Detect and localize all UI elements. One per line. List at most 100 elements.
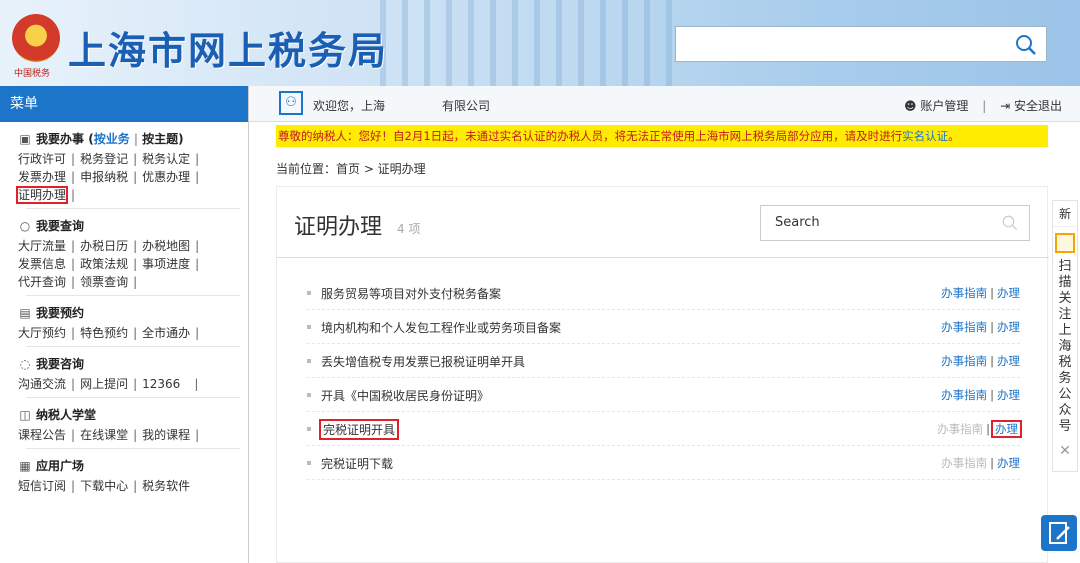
list-item: 完税证明开具 办事指南 | 办理 — [307, 412, 1022, 446]
floating-qr-bar: 新 扫描关注上海税务公众号 ✕ — [1052, 200, 1078, 472]
section-consult: ◌ 我要咨询 沟通交流 | 网上提问 | 12366 | — [0, 347, 248, 398]
sidebar: 菜单 ▣ 我要办事 ( 按业务 | 按主题 ) 行政许可 | 税务登记 | 税务认定 | … — [0, 86, 249, 563]
city-skyline-background — [380, 0, 680, 86]
notice-end: 。 — [948, 129, 960, 143]
panel-search-input[interactable]: Search — [760, 205, 1030, 241]
tax-emblem-icon — [12, 14, 60, 62]
process-link[interactable]: 办理 — [997, 388, 1020, 402]
grid-icon: ▦ — [19, 459, 31, 473]
guide-link[interactable]: 办事指南 — [941, 456, 987, 470]
emblem-caption: 中国税务 — [14, 69, 51, 79]
section-title: 我要预约 — [36, 306, 85, 320]
realname-auth-link[interactable]: 实名认证 — [902, 129, 948, 143]
process-link[interactable]: 办理 — [997, 286, 1020, 300]
link-group: 课程公告 | 在线课堂 | 我的课程 | — [18, 428, 200, 442]
edit-icon — [1049, 522, 1070, 544]
link-tax-filing[interactable]: 申报纳税 — [80, 170, 128, 184]
item-name[interactable]: 丢失增值税专用发票已报税证明单开具 — [321, 353, 525, 370]
link-group: 大厅流量 | 办税日历 | 办税地图 | 发票信息 | 政策法规 | 事项进度 | 代开查询 | 领票查… — [18, 239, 200, 289]
process-link[interactable]: 办理 — [997, 354, 1020, 368]
new-badge: 新 — [1053, 201, 1077, 227]
link-group: 沟通交流 | 网上提问 | 12366 | — [18, 377, 199, 391]
list-item: 完税证明下载 办事指南 | 办理 — [307, 446, 1020, 480]
site-title: 上海市网上税务局 — [68, 29, 389, 73]
logout-link[interactable]: 安全退出 — [1014, 99, 1062, 113]
link-group: 短信订阅 | 下载中心 | 税务软件 — [18, 479, 191, 493]
link-tax-certification[interactable]: 税务认定 — [142, 152, 190, 166]
link-progress[interactable]: 事项进度 — [142, 257, 190, 271]
book-icon: ◫ — [19, 408, 31, 422]
guide-link[interactable]: 办事指南 — [941, 354, 987, 368]
list-item: 丢失增值税专用发票已报税证明单开具 办事指南 | 办理 — [307, 344, 1020, 378]
close-icon[interactable]: ✕ — [1053, 443, 1077, 459]
link-preferential[interactable]: 优惠办理 — [142, 170, 190, 184]
process-link[interactable]: 办理 — [991, 420, 1022, 438]
link-course-notice[interactable]: 课程公告 — [18, 428, 66, 442]
link-admin-license[interactable]: 行政许可 — [18, 152, 66, 166]
section-reservation: ▤ 我要预约 大厅预约 | 特色预约 | 全市通办 | — [0, 296, 248, 347]
link-special-reservation[interactable]: 特色预约 — [80, 326, 128, 340]
link-proxy-query[interactable]: 代开查询 — [18, 275, 66, 289]
section-title: 我要办事 — [36, 132, 85, 146]
link-hall-reservation[interactable]: 大厅预约 — [18, 326, 66, 340]
qr-code-icon[interactable] — [1055, 233, 1075, 253]
link-tax-software[interactable]: 税务软件 — [142, 479, 190, 493]
search-icon[interactable] — [1014, 33, 1038, 57]
link-12366[interactable]: 12366 — [142, 377, 180, 391]
guide-link[interactable]: 办事指南 — [937, 422, 983, 436]
scan-follow-text: 扫描关注上海税务公众号 — [1058, 259, 1072, 434]
section-title: 纳税人学堂 — [36, 408, 97, 422]
link-my-course[interactable]: 我的课程 — [142, 428, 190, 442]
process-link[interactable]: 办理 — [997, 320, 1020, 334]
item-name[interactable]: 开具《中国税收居民身份证明》 — [321, 387, 489, 404]
guide-link[interactable]: 办事指南 — [941, 286, 987, 300]
item-name[interactable]: 完税证明开具 — [318, 419, 400, 440]
section-title: 应用广场 — [36, 459, 85, 473]
edit-feedback-button[interactable] — [1041, 515, 1077, 551]
sidebar-menu-header: 菜单 — [0, 86, 248, 122]
item-name[interactable]: 境内机构和个人发包工程作业或劳务项目备案 — [321, 319, 561, 336]
item-name[interactable]: 完税证明下载 — [321, 455, 393, 472]
search-placeholder: Search — [775, 215, 820, 230]
link-sms-subscribe[interactable]: 短信订阅 — [18, 479, 66, 493]
link-tax-map[interactable]: 办税地图 — [142, 239, 190, 253]
link-online-question[interactable]: 网上提问 — [80, 377, 128, 391]
section-query: ○ 我要查询 大厅流量 | 办税日历 | 办税地图 | 发票信息 | 政策法规 | 事项进度 | 代… — [0, 209, 248, 296]
link-citywide[interactable]: 全市通办 — [142, 326, 190, 340]
link-invoice[interactable]: 发票办理 — [18, 170, 66, 184]
account-icon: ☻ — [904, 99, 917, 113]
notice-text: 尊敬的纳税人：您好！自2月1日起，未通过实名认证的办税人员，将无法正常使用上海市… — [278, 129, 903, 143]
link-receipt-query[interactable]: 领票查询 — [80, 275, 128, 289]
section-apps: ▦ 应用广场 短信订阅 | 下载中心 | 税务软件 — [0, 449, 248, 495]
link-group: 行政许可 | 税务登记 | 税务认定 | 发票办理 | 申报纳税 | 优惠办理 | 证明办理 | — [15, 152, 200, 204]
search-icon: ○ — [19, 219, 31, 233]
breadcrumb: 当前位置：首页 > 证明办理 — [276, 162, 426, 176]
list-item: 开具《中国税收居民身份证明》 办事指南 | 办理 — [307, 378, 1020, 412]
link-group: 大厅预约 | 特色预约 | 全市通办 | — [18, 326, 200, 340]
user-bar: ⚇ 欢迎您，上海 有限公司 ☻ 账户管理 | ⇥ 安全退出 — [249, 86, 1080, 122]
link-policy[interactable]: 政策法规 — [80, 257, 128, 271]
chat-bubble-icon: ◌ — [19, 357, 31, 371]
main-panel: 证明办理 4 项 Search 服务贸易等项目对外支付税务备案 办事指南 | 办理 … — [276, 186, 1049, 563]
link-tax-registration[interactable]: 税务登记 — [80, 152, 128, 166]
section-school: ◫ 纳税人学堂 课程公告 | 在线课堂 | 我的课程 | — [0, 398, 248, 449]
guide-link[interactable]: 办事指南 — [941, 388, 987, 402]
link-invoice-info[interactable]: 发票信息 — [18, 257, 66, 271]
process-link[interactable]: 办理 — [997, 456, 1020, 470]
link-tax-calendar[interactable]: 办税日历 — [80, 239, 128, 253]
link-hall-traffic[interactable]: 大厅流量 — [18, 239, 66, 253]
header-search-input[interactable] — [675, 26, 1047, 62]
link-communication[interactable]: 沟通交流 — [18, 377, 66, 391]
tab-by-business[interactable]: 按业务 — [94, 128, 130, 150]
section-title: 我要咨询 — [36, 357, 85, 371]
section-business: ▣ 我要办事 ( 按业务 | 按主题 ) 行政许可 | 税务登记 | 税务认定 | 发票办… — [0, 122, 248, 209]
link-online-class[interactable]: 在线课堂 — [80, 428, 128, 442]
welcome-text: 欢迎您，上海 — [313, 99, 386, 113]
guide-link[interactable]: 办事指南 — [941, 320, 987, 334]
link-certificate-processing[interactable]: 证明办理 — [15, 186, 69, 204]
item-name[interactable]: 服务贸易等项目对外支付税务备案 — [321, 285, 501, 302]
link-download-center[interactable]: 下载中心 — [80, 479, 128, 493]
account-manage-link[interactable]: 账户管理 — [920, 99, 968, 113]
search-icon[interactable] — [1001, 214, 1019, 232]
tab-by-topic[interactable]: 按主题 — [142, 128, 178, 150]
